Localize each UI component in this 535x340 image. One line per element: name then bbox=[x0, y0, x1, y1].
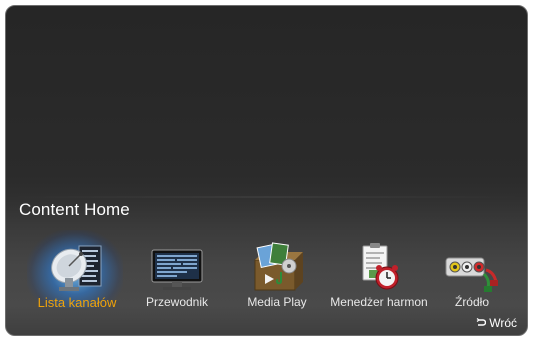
page-title: Content Home bbox=[19, 200, 130, 219]
menu-item-label: Media Play bbox=[247, 295, 307, 309]
menu-item-channel-list[interactable]: Lista kanałów bbox=[27, 230, 123, 316]
menu-item-guide[interactable]: Przewodnik bbox=[131, 236, 223, 316]
return-arrow-icon bbox=[476, 318, 487, 326]
tv-guide-icon bbox=[151, 249, 203, 290]
schedule-clock-icon bbox=[362, 243, 399, 290]
back-label: Wróć bbox=[489, 316, 517, 330]
menu-item-media-play[interactable]: Media Play bbox=[231, 236, 323, 316]
menu-item-label: Źródło bbox=[454, 295, 489, 309]
tv-screen: Content Home Lista kanałów Przewodnik Me… bbox=[5, 5, 528, 336]
source-connectors-icon bbox=[445, 257, 498, 292]
menu-item-source[interactable]: Źródło bbox=[426, 236, 518, 316]
satellite-dish-icon bbox=[51, 245, 102, 291]
media-play-icon bbox=[254, 242, 303, 291]
menu-item-label: Lista kanałów bbox=[37, 295, 117, 310]
back-button[interactable]: Wróć bbox=[476, 316, 517, 330]
menu-item-label: Przewodnik bbox=[145, 295, 209, 309]
menu-item-schedule-manager[interactable]: Menedżer harmon bbox=[330, 236, 428, 316]
